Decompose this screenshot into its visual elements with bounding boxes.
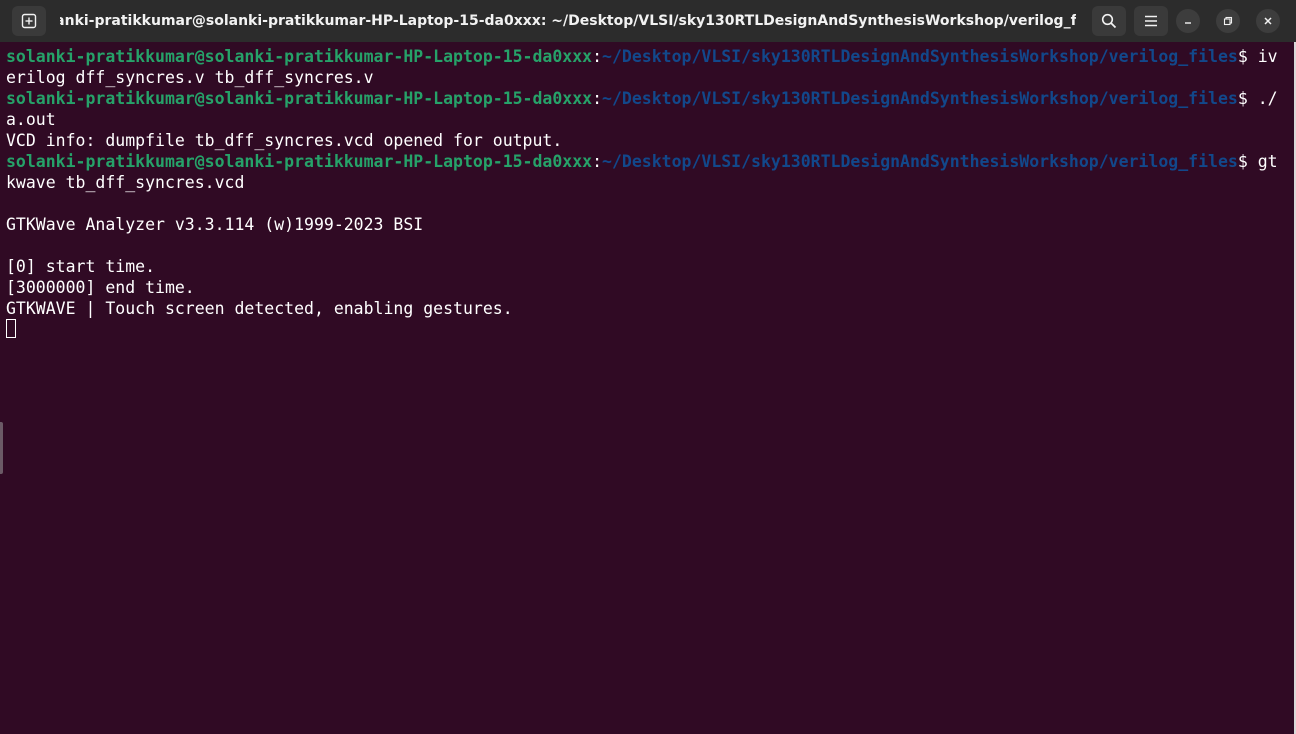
prompt-symbol: $ [1237, 47, 1258, 66]
user-host: solanki-pratikkumar@solanki-pratikkumar-… [6, 89, 593, 108]
close-icon [1264, 17, 1272, 25]
minimize-icon [1185, 22, 1191, 24]
command-text: gt [1257, 152, 1278, 171]
scrollbar-handle[interactable] [0, 422, 3, 474]
user-host: solanki-pratikkumar@solanki-pratikkumar-… [6, 152, 593, 171]
command-text: ./ [1257, 89, 1278, 108]
prompt-line-1: solanki-pratikkumar@solanki-pratikkumar-… [6, 46, 1290, 67]
prompt-symbol: $ [1237, 152, 1258, 171]
terminal-output[interactable]: solanki-pratikkumar@solanki-pratikkumar-… [6, 46, 1290, 726]
menu-button[interactable] [1134, 6, 1168, 36]
text-cursor [6, 319, 16, 338]
title-bar-controls [1092, 0, 1296, 42]
close-button[interactable] [1256, 9, 1280, 33]
prompt-colon: : [592, 152, 603, 171]
output-line: [0] start time. [6, 257, 156, 276]
output-line: VCD info: dumpfile tb_dff_syncres.vcd op… [6, 131, 563, 150]
minimize-button[interactable] [1176, 9, 1200, 33]
command-text: iv [1257, 47, 1278, 66]
output-line: [3000000] end time. [6, 278, 195, 297]
working-directory: ~/Desktop/VLSI/sky130RTLDesignAndSynthes… [602, 47, 1238, 66]
working-directory: ~/Desktop/VLSI/sky130RTLDesignAndSynthes… [602, 89, 1238, 108]
prompt-symbol: $ [1237, 89, 1258, 108]
new-tab-button[interactable] [12, 6, 46, 36]
cursor-line [6, 319, 1290, 340]
command-continuation-3: kwave tb_dff_syncres.vcd [6, 173, 245, 192]
working-directory: ~/Desktop/VLSI/sky130RTLDesignAndSynthes… [602, 152, 1238, 171]
search-button[interactable] [1092, 6, 1126, 36]
maximize-icon [1223, 16, 1233, 26]
maximize-button[interactable] [1216, 9, 1240, 33]
prompt-line-3: solanki-pratikkumar@solanki-pratikkumar-… [6, 151, 1290, 172]
output-line: GTKWAVE | Touch screen detected, enablin… [6, 299, 513, 318]
command-continuation-2: a.out [6, 110, 56, 129]
hamburger-menu-icon [1145, 15, 1157, 27]
search-icon [1101, 13, 1117, 29]
terminal-window: solanki-pratikkumar@solanki-pratikkumar-… [0, 0, 1296, 734]
prompt-colon: : [592, 47, 603, 66]
user-host: solanki-pratikkumar@solanki-pratikkumar-… [6, 47, 593, 66]
new-tab-icon [21, 13, 37, 29]
prompt-line-2: solanki-pratikkumar@solanki-pratikkumar-… [6, 88, 1290, 109]
title-bar[interactable]: solanki-pratikkumar@solanki-pratikkumar-… [0, 0, 1296, 42]
prompt-colon: : [592, 89, 603, 108]
output-line: GTKWave Analyzer v3.3.114 (w)1999-2023 B… [6, 215, 424, 234]
command-continuation-1: erilog dff_syncres.v tb_dff_syncres.v [6, 68, 374, 87]
window-title: solanki-pratikkumar@solanki-pratikkumar-… [60, 13, 1076, 29]
